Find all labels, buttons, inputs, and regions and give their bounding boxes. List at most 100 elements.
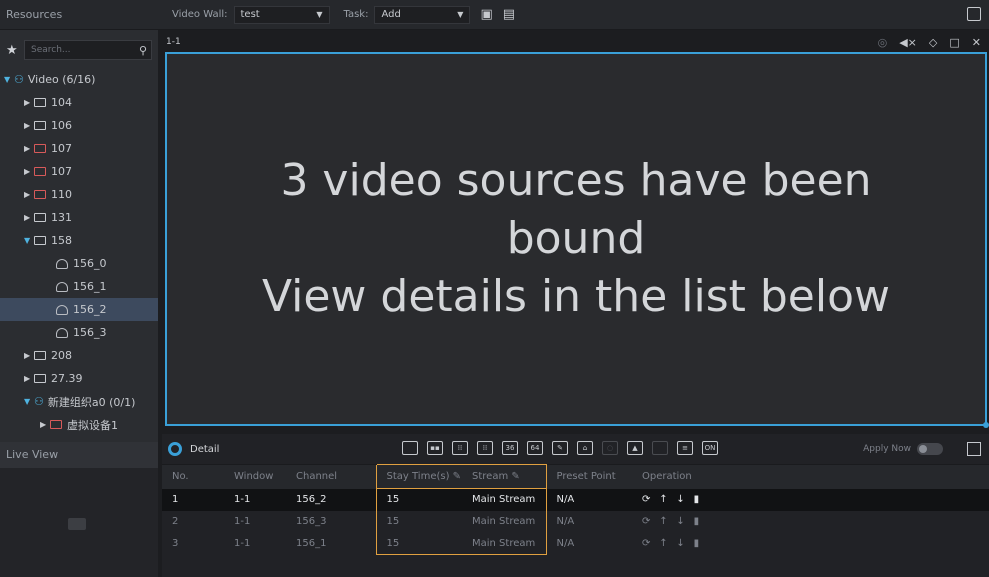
delete-icon[interactable]: ▮ bbox=[694, 516, 708, 527]
col-stream[interactable]: Stream ✎ bbox=[462, 464, 547, 489]
layout-36-icon[interactable]: 36 bbox=[502, 441, 518, 455]
tree-node-device[interactable]: ▶ 104 bbox=[0, 91, 158, 114]
lock-icon[interactable]: ▲ bbox=[627, 441, 643, 455]
window-icon[interactable]: ≡ bbox=[677, 441, 693, 455]
move-down-icon[interactable]: ↓ bbox=[676, 494, 690, 505]
tree-node-camera[interactable]: 156_1 bbox=[0, 275, 158, 298]
cell-operation: ⟳ ↑ ↓ ▮ bbox=[632, 488, 989, 511]
col-channel: Channel bbox=[286, 464, 376, 489]
tree-node-device[interactable]: ▶ 110 bbox=[0, 183, 158, 206]
tree-node-label: 208 bbox=[51, 349, 72, 362]
edit-pencil-icon[interactable]: ✎ bbox=[511, 471, 519, 482]
tree-node-device[interactable]: ▼ 158 bbox=[0, 229, 158, 252]
tree-node-device[interactable]: ▶ 208 bbox=[0, 344, 158, 367]
tree-node-label: Video (6/16) bbox=[27, 73, 96, 86]
search-input[interactable]: Search... ⚲ bbox=[24, 40, 152, 60]
tree-node-device[interactable]: ▶ 107 bbox=[0, 137, 158, 160]
layout-16-icon[interactable]: ⁞⁞ bbox=[477, 441, 493, 455]
search-placeholder: Search... bbox=[31, 45, 71, 55]
layout-4-icon[interactable]: ▪▪ bbox=[427, 441, 443, 455]
tree-node-device[interactable]: ▶ 131 bbox=[0, 206, 158, 229]
tree-node-label: 156_0 bbox=[73, 257, 107, 270]
collapse-caret-icon[interactable]: ▶ bbox=[24, 167, 34, 176]
collapse-caret-icon[interactable]: ▶ bbox=[24, 144, 34, 153]
tree-node-camera[interactable]: 156_0 bbox=[0, 252, 158, 275]
resize-handle[interactable] bbox=[983, 422, 989, 428]
close-icon[interactable]: ✕ bbox=[972, 36, 981, 49]
search-icon[interactable]: ⚲ bbox=[139, 44, 147, 57]
tree-node-device[interactable]: ▶ 27.39 bbox=[0, 367, 158, 390]
cell-stream[interactable]: Main Stream bbox=[462, 510, 547, 533]
tree-node-device[interactable]: ▶ 虚拟设备1 bbox=[0, 413, 158, 436]
layout-64-icon[interactable]: 64 bbox=[527, 441, 543, 455]
collapse-caret-icon[interactable]: ▶ bbox=[24, 98, 34, 107]
move-up-icon[interactable]: ↑ bbox=[659, 516, 673, 527]
table-row[interactable]: 3 1-1 156_1 15 Main Stream N/A ⟳ ↑ ↓ ▮ bbox=[162, 532, 989, 555]
apply-now-toggle[interactable] bbox=[917, 443, 943, 455]
tree-node-org[interactable]: ▼ ⚇ 新建组织a0 (0/1) bbox=[0, 390, 158, 413]
layout-1-icon[interactable] bbox=[402, 441, 418, 455]
save-as-icon[interactable]: ▤ bbox=[503, 7, 515, 22]
expand-caret-icon[interactable]: ▼ bbox=[4, 75, 14, 84]
video-wall-value: test bbox=[240, 9, 260, 20]
collapse-caret-icon[interactable]: ▶ bbox=[24, 374, 34, 383]
table-row[interactable]: 1 1-1 156_2 15 Main Stream N/A ⟳ ↑ ↓ ▮ bbox=[162, 488, 989, 511]
apply-now-control[interactable]: Apply Now bbox=[863, 443, 943, 455]
move-up-icon[interactable]: ↑ bbox=[659, 494, 673, 505]
live-view-header[interactable]: Live View bbox=[0, 442, 158, 468]
task-select[interactable]: Add ▼ bbox=[374, 5, 471, 24]
pane-header: 1-1 ◎ ◀× ◇ □ ✕ bbox=[162, 33, 989, 51]
expand-caret-icon[interactable]: ▼ bbox=[24, 236, 34, 245]
cell-stay-time[interactable]: 15 bbox=[375, 488, 462, 511]
tree-node-camera[interactable]: 156_3 bbox=[0, 321, 158, 344]
tree-node-device[interactable]: ▶ 107 bbox=[0, 160, 158, 183]
camera-icon bbox=[56, 304, 68, 315]
cell-preset: N/A bbox=[556, 516, 575, 527]
record-icon[interactable]: ◎ bbox=[878, 36, 888, 49]
col-stay-time[interactable]: Stay Time(s) ✎ bbox=[375, 464, 462, 489]
delete-icon[interactable]: ▮ bbox=[694, 494, 708, 505]
video-group-icon: ⚇ bbox=[14, 73, 24, 86]
cell-stay-time[interactable]: 15 bbox=[375, 532, 462, 555]
rotate-icon[interactable]: ⟳ bbox=[642, 538, 656, 549]
camera-icon bbox=[56, 327, 68, 338]
tree-node-device[interactable]: ▶ 106 bbox=[0, 114, 158, 137]
video-window[interactable]: 3 video sources have been bound View det… bbox=[165, 52, 989, 428]
cell-stream[interactable]: Main Stream bbox=[462, 532, 547, 555]
mute-icon[interactable]: ◀× bbox=[899, 36, 917, 49]
layout-9-icon[interactable]: ⁞⁞ bbox=[452, 441, 468, 455]
tree-node-label: 106 bbox=[51, 119, 72, 132]
move-down-icon[interactable]: ↓ bbox=[676, 516, 690, 527]
expand-caret-icon[interactable]: ▼ bbox=[24, 397, 34, 406]
video-wall-select[interactable]: test ▼ bbox=[233, 5, 330, 24]
tree-node-camera-selected[interactable]: 156_2 bbox=[0, 298, 158, 321]
collapse-caret-icon[interactable]: ▶ bbox=[24, 190, 34, 199]
dropdown-arrow-icon: ▼ bbox=[457, 10, 464, 19]
favorite-star-icon[interactable]: ★ bbox=[6, 43, 24, 58]
rotate-icon[interactable]: ⟳ bbox=[642, 494, 656, 505]
collapse-caret-icon[interactable]: ▶ bbox=[40, 420, 50, 429]
pin-icon[interactable] bbox=[168, 442, 182, 456]
screen-on-icon[interactable]: ON bbox=[702, 441, 718, 455]
tree-node-video[interactable]: ▼ ⚇ Video (6/16) bbox=[0, 68, 158, 91]
edit-pencil-icon[interactable]: ✎ bbox=[453, 471, 461, 482]
grid-view-icon[interactable] bbox=[967, 442, 981, 456]
save-icon[interactable]: ▣ bbox=[480, 7, 492, 22]
cell-stay-time[interactable]: 15 bbox=[375, 510, 462, 533]
collapse-caret-icon[interactable]: ▶ bbox=[24, 121, 34, 130]
collapse-caret-icon[interactable]: ▶ bbox=[24, 351, 34, 360]
move-down-icon[interactable]: ↓ bbox=[676, 538, 690, 549]
table-row[interactable]: 2 1-1 156_3 15 Main Stream N/A ⟳ ↑ ↓ ▮ bbox=[162, 510, 989, 533]
rotate-icon[interactable]: ⟳ bbox=[642, 516, 656, 527]
collapse-caret-icon[interactable]: ▶ bbox=[24, 213, 34, 222]
cell-stream[interactable]: Main Stream bbox=[462, 488, 547, 511]
device-icon bbox=[34, 374, 46, 383]
maximize-icon[interactable]: □ bbox=[949, 36, 959, 49]
ptz-icon[interactable]: ◇ bbox=[929, 36, 937, 49]
move-up-icon[interactable]: ↑ bbox=[659, 538, 673, 549]
delete-icon[interactable]: ▮ bbox=[694, 538, 708, 549]
edit-icon[interactable]: ✎ bbox=[552, 441, 568, 455]
tree-node-label: 107 bbox=[51, 165, 72, 178]
split-icon[interactable]: ⌂ bbox=[577, 441, 593, 455]
panel-toggle-icon[interactable] bbox=[967, 7, 981, 21]
